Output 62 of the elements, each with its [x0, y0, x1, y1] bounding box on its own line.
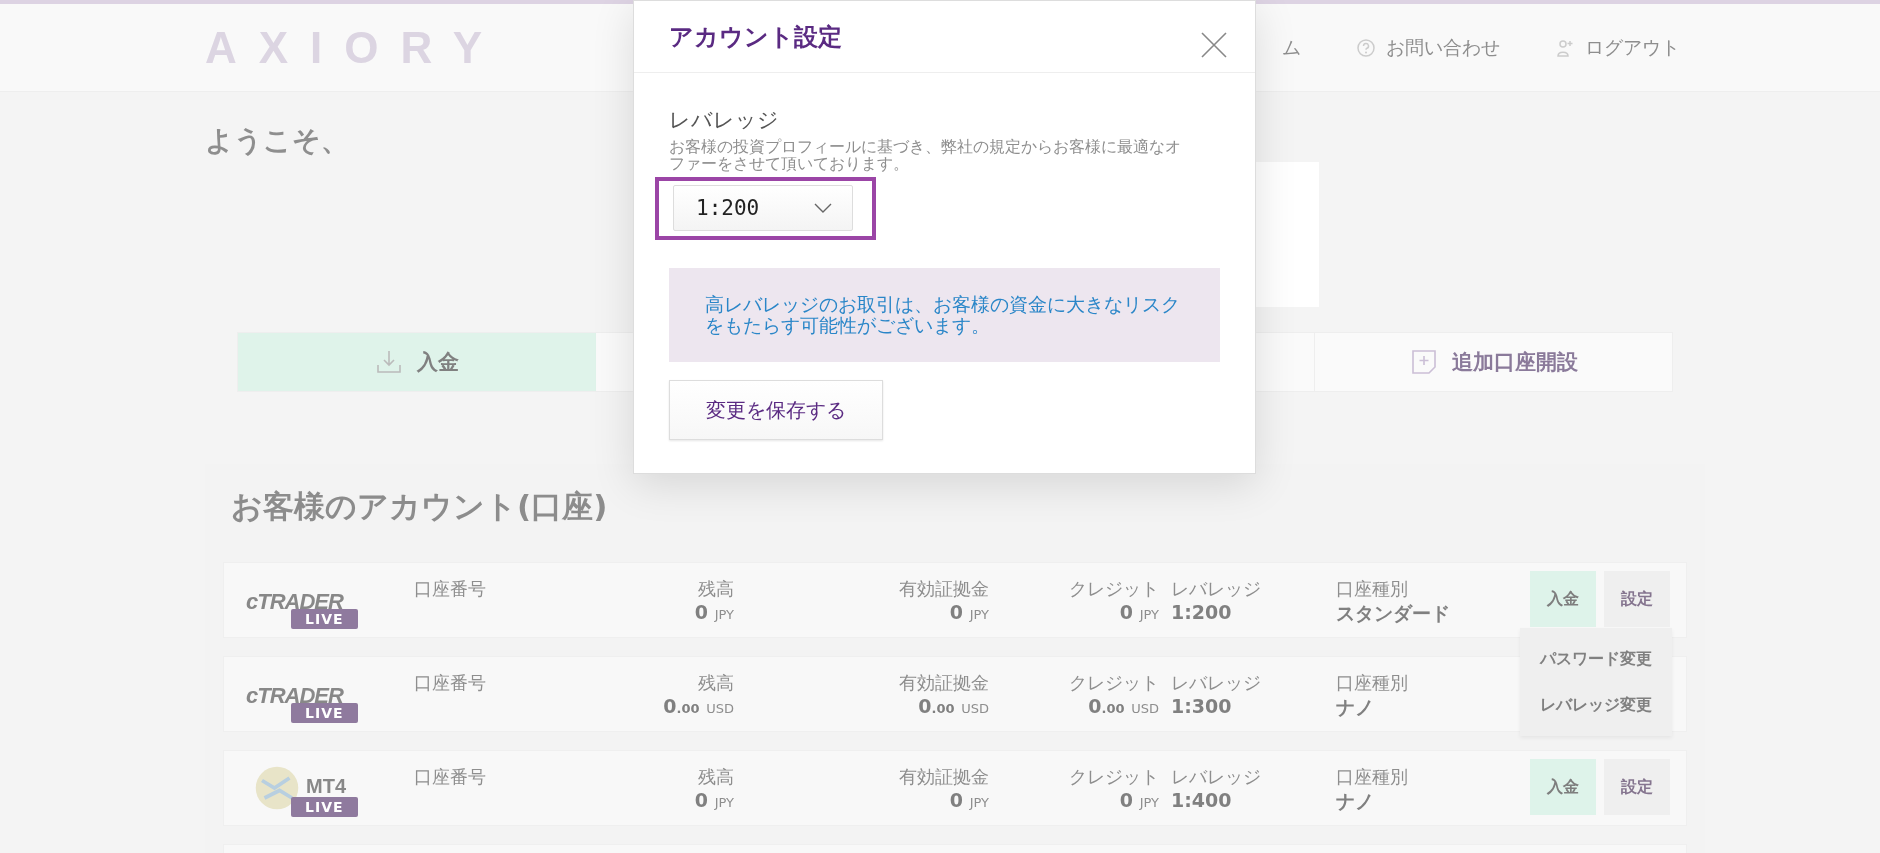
field-label: 有効証拠金	[899, 577, 989, 601]
account-type-value: ナノ	[1336, 789, 1375, 814]
amount-value: 0 JPY	[949, 601, 989, 623]
field-label: レバレッジ	[1171, 765, 1262, 789]
field-label: レバレッジ	[1171, 577, 1262, 601]
field-label: 有効証拠金	[899, 765, 989, 789]
settings-button[interactable]: 設定	[1604, 571, 1670, 627]
download-icon	[375, 348, 403, 376]
help-icon	[1356, 37, 1376, 58]
warning-text: 高レバレッジのお取引は、お客様の資金に大きなリスクをもたらす可能性がございます。	[705, 294, 1181, 336]
live-badge: LIVE	[291, 609, 358, 629]
field-label: 残高	[698, 765, 734, 789]
add-document-icon	[1409, 348, 1438, 376]
leverage-value: 1:400	[1171, 789, 1233, 811]
amount-value: 0 JPY	[694, 789, 734, 811]
field-label: クレジット	[1069, 671, 1159, 695]
field-label: レバレッジ	[669, 107, 780, 134]
menu-item[interactable]: レバレッジ変更	[1520, 682, 1672, 728]
field-label: 口座種別	[1336, 577, 1409, 601]
amount-value: 0.00 USD	[918, 695, 989, 717]
field-label: 口座番号	[414, 765, 487, 789]
field-label: 残高	[698, 577, 734, 601]
amount-value: 0 JPY	[1119, 789, 1159, 811]
field-label: 有効証拠金	[899, 671, 989, 695]
field-label: 残高	[698, 671, 734, 695]
live-badge: LIVE	[291, 703, 358, 723]
amount-value: 0.00 USD	[1088, 695, 1159, 717]
nav-link[interactable]: お問い合わせ	[1356, 34, 1500, 61]
deposit-button[interactable]: 入金	[238, 333, 596, 391]
account-type-value: スタンダード	[1336, 601, 1451, 626]
description-text: お客様の投資プロフィールに基づき、弊社の規定からお客様に最適なオファーをさせて頂いております。	[669, 138, 1182, 172]
leverage-value: 1:300	[1171, 695, 1233, 717]
section-title: お客様のアカウント(口座)	[230, 487, 609, 526]
platform-logo: MT4	[306, 775, 346, 798]
amount-value: 0.00 USD	[663, 695, 734, 717]
deposit-button[interactable]: 入金	[1530, 571, 1596, 627]
field-label: クレジット	[1069, 765, 1159, 789]
close-icon	[1201, 31, 1227, 58]
menu-item[interactable]: パスワード変更	[1520, 636, 1672, 682]
close-button[interactable]	[1201, 31, 1227, 58]
live-badge: LIVE	[291, 797, 358, 817]
chevron-down-icon	[814, 203, 832, 213]
nav-link[interactable]: ム	[1282, 34, 1301, 61]
leverage-dropdown[interactable]: 1:200	[673, 185, 853, 231]
field-label: レバレッジ	[1171, 671, 1262, 695]
amount-value: 0 JPY	[949, 789, 989, 811]
welcome-heading: ようこそ、	[205, 123, 349, 159]
save-button[interactable]: 変更を保存する	[669, 380, 883, 440]
amount-value: 0 JPY	[694, 601, 734, 623]
field-label: 口座種別	[1336, 765, 1409, 789]
account-type-value: ナノ	[1336, 695, 1375, 720]
person-icon	[1555, 37, 1575, 58]
field-label: クレジット	[1069, 577, 1159, 601]
deposit-button[interactable]: 入金	[1530, 759, 1596, 815]
leverage-value: 1:200	[1171, 601, 1233, 623]
field-label: 口座番号	[414, 577, 487, 601]
dialog-title: アカウント設定	[669, 21, 843, 53]
settings-button[interactable]: 設定	[1604, 759, 1670, 815]
field-label: 口座番号	[414, 671, 487, 695]
amount-value: 0 JPY	[1119, 601, 1159, 623]
field-label: 口座種別	[1336, 671, 1409, 695]
nav-link[interactable]: ログアウト	[1555, 34, 1680, 61]
